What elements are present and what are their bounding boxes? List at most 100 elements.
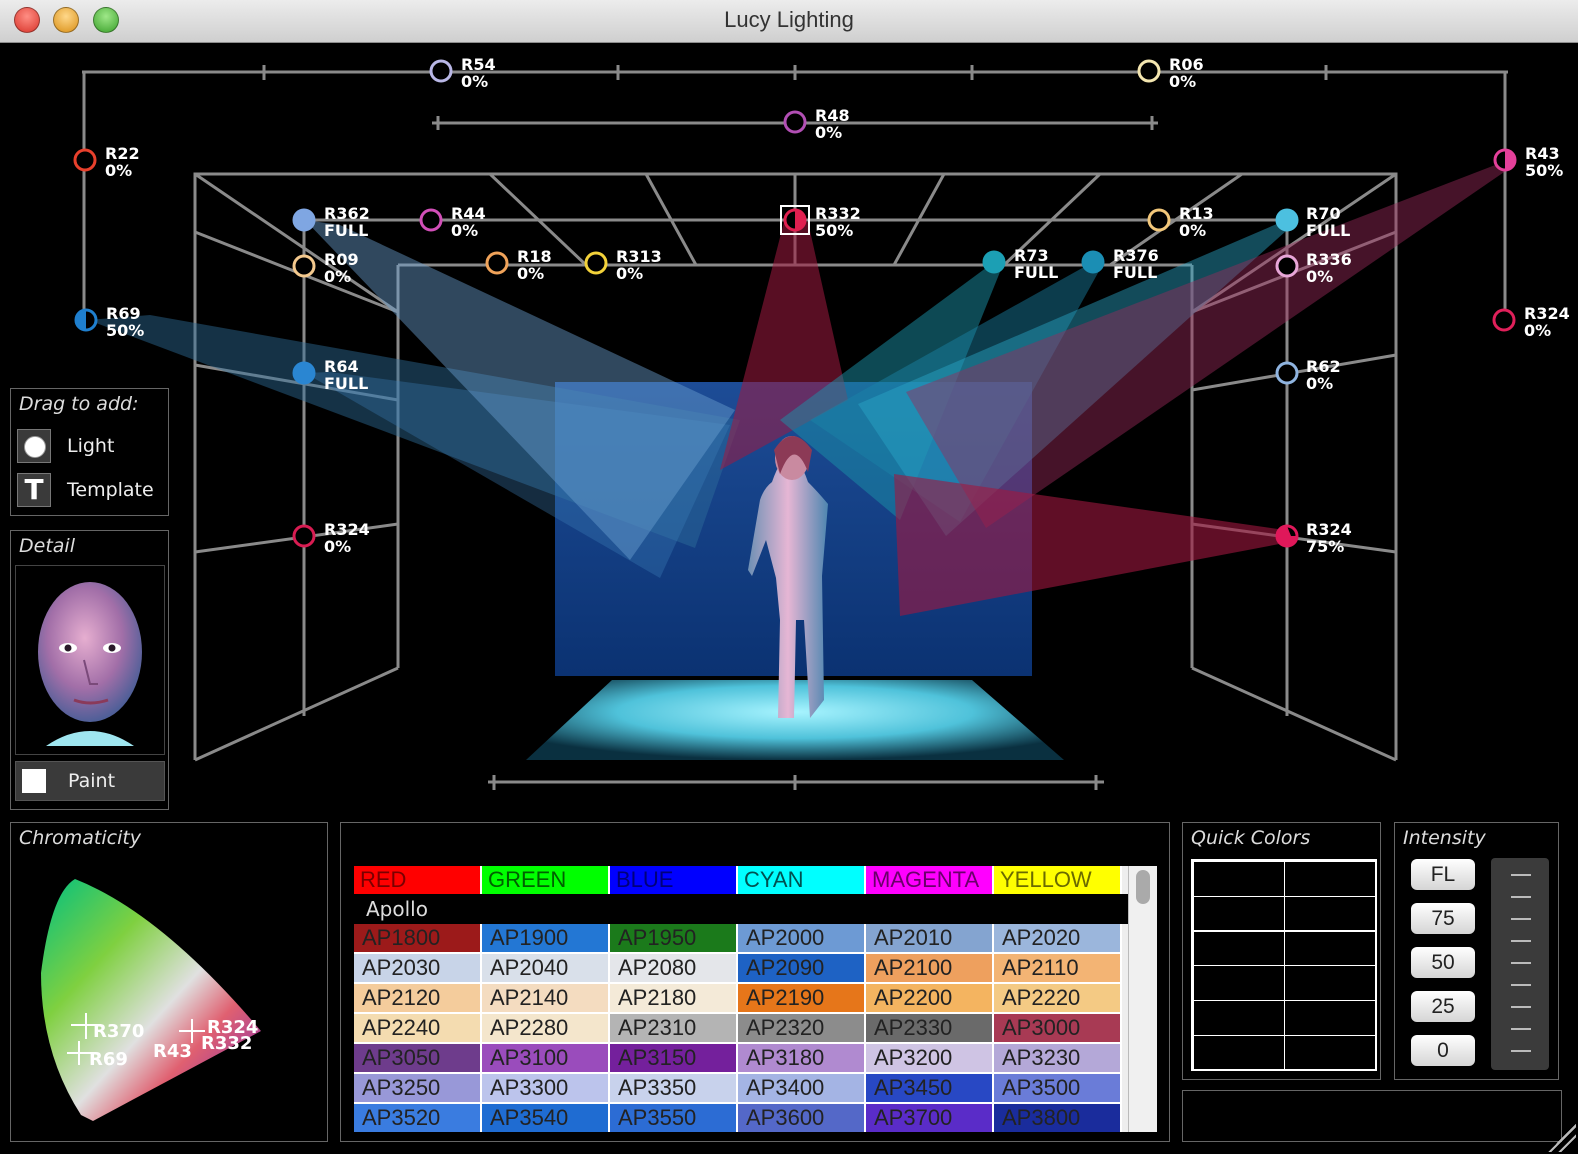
quick-color-slot[interactable] — [1284, 999, 1376, 1036]
light-R336[interactable] — [1275, 254, 1299, 278]
color-swatch-cell[interactable]: AP3700 — [866, 1104, 994, 1132]
light-R64[interactable] — [292, 361, 316, 385]
quick-color-slot[interactable] — [1193, 965, 1285, 1002]
color-table-scrollbar[interactable] — [1128, 866, 1157, 1132]
color-swatch-cell[interactable]: AP2180 — [610, 984, 738, 1014]
quick-color-slot[interactable] — [1284, 1034, 1376, 1071]
color-swatch-cell[interactable]: AP2040 — [482, 954, 610, 984]
light-R376[interactable] — [1081, 250, 1105, 274]
light-R70[interactable] — [1275, 208, 1299, 232]
light-R09[interactable] — [292, 254, 316, 278]
color-swatch-cell[interactable]: AP3250 — [354, 1074, 482, 1104]
color-swatch-cell[interactable]: AP3500 — [994, 1074, 1122, 1104]
stage-svg[interactable]: R54 0% R06 0% R48 0% R22 0% R43 50% R362 FULL … — [0, 42, 1578, 802]
color-swatch-cell[interactable]: AP3180 — [738, 1044, 866, 1074]
color-swatch-cell[interactable]: AP3400 — [738, 1074, 866, 1104]
color-swatch-cell[interactable]: AP2240 — [354, 1014, 482, 1044]
intensity-full-button[interactable]: FL — [1411, 859, 1475, 890]
quick-color-slot[interactable] — [1193, 895, 1285, 932]
light-R313[interactable] — [584, 251, 608, 275]
intensity-50-button[interactable]: 50 — [1411, 947, 1475, 978]
color-swatch-cell[interactable]: AP2120 — [354, 984, 482, 1014]
quick-color-slot[interactable] — [1193, 1034, 1285, 1071]
color-swatch-cell[interactable]: AP3800 — [994, 1104, 1122, 1132]
header-green[interactable]: GREEN — [482, 866, 610, 894]
light-R13[interactable] — [1147, 208, 1171, 232]
intensity-25-button[interactable]: 25 — [1411, 991, 1475, 1022]
light-R44[interactable] — [419, 208, 443, 232]
color-swatch-cell[interactable]: AP2110 — [994, 954, 1122, 984]
intensity-0-button[interactable]: 0 — [1411, 1035, 1475, 1066]
color-swatch-cell[interactable]: AP2090 — [738, 954, 866, 984]
color-swatch-cell[interactable]: AP2020 — [994, 924, 1122, 954]
color-swatch-cell[interactable]: AP3600 — [738, 1104, 866, 1132]
light-R48[interactable] — [783, 110, 807, 134]
color-swatch-cell[interactable]: AP1900 — [482, 924, 610, 954]
quick-color-slot[interactable] — [1284, 861, 1376, 897]
header-red[interactable]: RED — [354, 866, 482, 894]
light-label-R62: R62 0% — [1306, 357, 1341, 393]
color-swatch-cell[interactable]: AP2310 — [610, 1014, 738, 1044]
color-swatch-cell[interactable]: AP1800 — [354, 924, 482, 954]
light-R324-far-right[interactable] — [1492, 308, 1516, 332]
intensity-75-button[interactable]: 75 — [1411, 903, 1475, 934]
light-R62[interactable] — [1275, 361, 1299, 385]
light-label-R324-right: R324 75% — [1306, 520, 1352, 556]
intensity-fader[interactable] — [1491, 858, 1549, 1070]
stage-view[interactable]: R54 0% R06 0% R48 0% R22 0% R43 50% R362 FULL … — [0, 42, 1578, 802]
color-library-table[interactable]: RED GREEN BLUE CYAN MAGENTA YELLOW Apoll… — [354, 866, 1128, 1132]
light-R54[interactable] — [429, 59, 453, 83]
color-swatch-cell[interactable]: AP2030 — [354, 954, 482, 984]
header-blue[interactable]: BLUE — [610, 866, 738, 894]
light-label-R324-left: R324 0% — [324, 520, 370, 556]
color-swatch-cell[interactable]: AP3540 — [482, 1104, 610, 1132]
color-swatch-cell[interactable]: AP3520 — [354, 1104, 482, 1132]
color-swatch-cell[interactable]: AP3300 — [482, 1074, 610, 1104]
chroma-label-R69: R69 — [89, 1049, 128, 1070]
light-R362[interactable] — [292, 208, 316, 232]
quick-color-slot[interactable] — [1193, 999, 1285, 1036]
color-row: AP1800 AP1900 AP1950 AP2000 AP2010 AP2020 — [354, 924, 1128, 954]
color-swatch-cell[interactable]: AP2000 — [738, 924, 866, 954]
color-swatch-cell[interactable]: AP2200 — [866, 984, 994, 1014]
window-resize-grip[interactable] — [1548, 1124, 1576, 1152]
header-cyan[interactable]: CYAN — [738, 866, 866, 894]
color-swatch-cell[interactable]: AP3100 — [482, 1044, 610, 1074]
quick-color-slot[interactable] — [1193, 930, 1285, 967]
color-swatch-cell[interactable]: AP2220 — [994, 984, 1122, 1014]
color-swatch-cell[interactable]: AP3050 — [354, 1044, 482, 1074]
light-R324-left[interactable] — [292, 524, 316, 548]
color-swatch-cell[interactable]: AP2190 — [738, 984, 866, 1014]
scrollbar-thumb[interactable] — [1136, 870, 1150, 904]
header-magenta[interactable]: MAGENTA — [866, 866, 994, 894]
color-swatch-cell[interactable]: AP3000 — [994, 1014, 1122, 1044]
drag-template-item[interactable]: T Template — [15, 471, 165, 509]
color-swatch-cell[interactable]: AP3350 — [610, 1074, 738, 1104]
color-swatch-cell[interactable]: AP2320 — [738, 1014, 866, 1044]
paint-button[interactable]: Paint — [15, 761, 165, 801]
color-swatch-cell[interactable]: AP2330 — [866, 1014, 994, 1044]
light-label-R43: R43 50% — [1525, 144, 1563, 180]
color-swatch-cell[interactable]: AP3450 — [866, 1074, 994, 1104]
color-swatch-cell[interactable]: AP2280 — [482, 1014, 610, 1044]
color-swatch-cell[interactable]: AP2010 — [866, 924, 994, 954]
header-yellow[interactable]: YELLOW — [994, 866, 1122, 894]
color-swatch-cell[interactable]: AP3150 — [610, 1044, 738, 1074]
color-swatch-cell[interactable]: AP2100 — [866, 954, 994, 984]
drag-light-item[interactable]: Light — [15, 427, 165, 465]
quick-color-slot[interactable] — [1284, 965, 1376, 1002]
quick-color-slot[interactable] — [1284, 895, 1376, 932]
color-swatch-cell[interactable]: AP3200 — [866, 1044, 994, 1074]
light-R73[interactable] — [982, 250, 1006, 274]
color-swatch-cell[interactable]: AP3550 — [610, 1104, 738, 1132]
chromaticity-diagram[interactable]: R370 R324 R332 R69 R43 — [11, 853, 327, 1143]
color-swatch-cell[interactable]: AP3230 — [994, 1044, 1122, 1074]
color-swatch-cell[interactable]: AP2080 — [610, 954, 738, 984]
light-R18[interactable] — [485, 251, 509, 275]
color-swatch-cell[interactable]: AP1950 — [610, 924, 738, 954]
light-R06[interactable] — [1137, 59, 1161, 83]
color-swatch-cell[interactable]: AP2140 — [482, 984, 610, 1014]
quick-color-slot[interactable] — [1193, 861, 1285, 897]
quick-color-slot[interactable] — [1284, 930, 1376, 967]
light-R22[interactable] — [73, 148, 97, 172]
